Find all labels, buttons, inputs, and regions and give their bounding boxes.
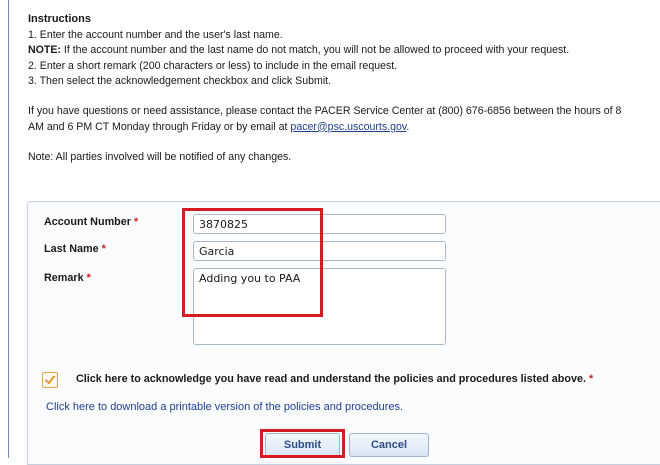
required-asterisk: * bbox=[589, 373, 594, 385]
parties-note: Note: All parties involved will be notif… bbox=[28, 151, 292, 164]
instruction-step-1: 1. Enter the account number and the user… bbox=[28, 28, 283, 41]
last-name-label: Last Name * bbox=[44, 243, 106, 255]
account-number-label: Account Number * bbox=[44, 216, 138, 228]
instruction-step-2: 2. Enter a short remark (200 characters … bbox=[28, 59, 398, 72]
contact-line-1: If you have questions or need assistance… bbox=[28, 104, 622, 117]
annotation-highlight-fields bbox=[182, 208, 323, 317]
cancel-button[interactable]: Cancel bbox=[349, 433, 429, 457]
contact-line-2-suffix: . bbox=[406, 120, 410, 133]
remark-label-text: Remark bbox=[44, 272, 84, 284]
acknowledge-label-text: Click here to acknowledge you have read … bbox=[76, 373, 586, 385]
contact-line-2-prefix: AM and 6 PM CT Monday through Friday or … bbox=[28, 120, 291, 133]
instructions-title: Instructions bbox=[28, 13, 91, 25]
remark-label: Remark * bbox=[44, 272, 91, 284]
acknowledge-checkbox[interactable] bbox=[42, 372, 58, 388]
checkmark-icon bbox=[45, 375, 55, 384]
download-policies-link[interactable]: Click here to download a printable versi… bbox=[46, 401, 403, 413]
required-asterisk: * bbox=[101, 243, 106, 255]
annotation-highlight-submit bbox=[260, 429, 345, 458]
required-asterisk: * bbox=[86, 272, 91, 284]
instruction-note: NOTE: If the account number and the last… bbox=[28, 43, 660, 59]
instruction-step-3: 3. Then select the acknowledgement check… bbox=[28, 75, 332, 88]
instructions-section: Instructions 1. Enter the account number… bbox=[28, 12, 660, 166]
note-text: If the account number and the last name … bbox=[60, 44, 570, 57]
left-border-rule bbox=[8, 0, 9, 458]
required-asterisk: * bbox=[133, 216, 139, 228]
note-label: NOTE: bbox=[28, 44, 61, 57]
last-name-label-text: Last Name bbox=[44, 243, 99, 255]
acknowledge-label[interactable]: Click here to acknowledge you have read … bbox=[76, 373, 593, 385]
email-link[interactable]: pacer@psc.uscourts.gov bbox=[290, 121, 406, 133]
account-number-label-text: Account Number bbox=[44, 216, 131, 228]
contact-line-2: AM and 6 PM CT Monday through Friday or … bbox=[28, 120, 660, 136]
